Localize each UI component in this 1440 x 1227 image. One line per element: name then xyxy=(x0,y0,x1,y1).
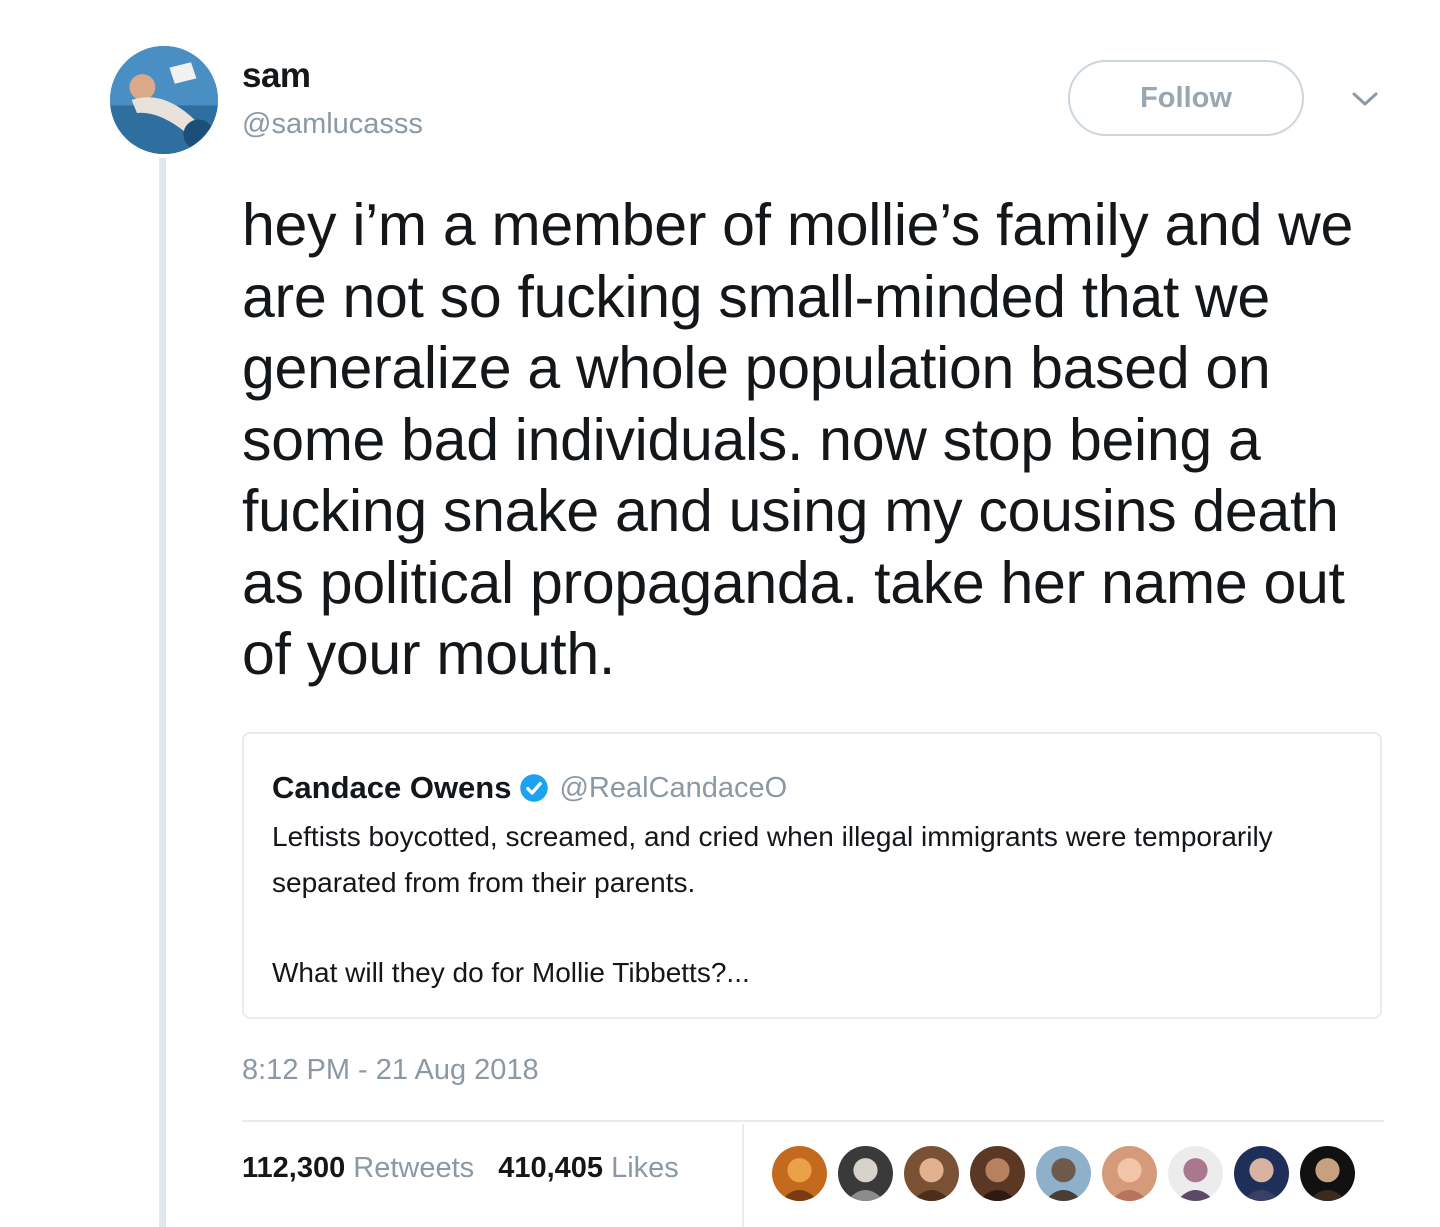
liker-avatar[interactable] xyxy=(1168,1146,1223,1201)
quoted-text-paragraph-2: What will they do for Mollie Tibbetts?..… xyxy=(272,957,750,988)
tweet-text: hey i’m a member of mollie’s family and … xyxy=(242,192,1353,687)
liker-avatar[interactable] xyxy=(1036,1146,1091,1201)
display-name[interactable]: sam xyxy=(242,56,311,96)
quoted-tweet-text: Leftists boycotted, screamed, and cried … xyxy=(272,814,1362,996)
liker-avatar[interactable] xyxy=(1234,1146,1289,1201)
retweets-count: 112,300 xyxy=(242,1152,346,1184)
thread-line xyxy=(159,158,166,1227)
quoted-author-name: Candace Owens xyxy=(272,770,512,805)
likes-stat[interactable]: 410,405 Likes xyxy=(498,1152,679,1184)
avatar-image xyxy=(110,46,218,154)
stats-divider xyxy=(742,1124,744,1227)
divider xyxy=(242,1120,1384,1122)
quoted-author-handle: @RealCandaceO xyxy=(559,771,788,804)
user-handle[interactable]: @samlucasss xyxy=(242,108,423,141)
chevron-down-icon[interactable] xyxy=(1348,86,1382,112)
tweet-stats: 112,300 Retweets 410,405 Likes xyxy=(242,1152,679,1185)
likes-count: 410,405 xyxy=(498,1152,604,1184)
retweets-label: Retweets xyxy=(353,1152,475,1184)
quoted-tweet-header: Candace Owens @RealCandaceO xyxy=(272,770,787,806)
follow-button[interactable]: Follow xyxy=(1068,60,1304,136)
liker-avatar[interactable] xyxy=(772,1146,827,1201)
retweets-stat[interactable]: 112,300 Retweets xyxy=(242,1152,474,1184)
liker-avatar[interactable] xyxy=(1300,1146,1355,1201)
liker-avatars xyxy=(772,1146,1366,1201)
likes-label: Likes xyxy=(611,1152,679,1184)
quoted-text-paragraph-1: Leftists boycotted, screamed, and cried … xyxy=(272,821,1273,898)
liker-avatar[interactable] xyxy=(838,1146,893,1201)
liker-avatar[interactable] xyxy=(904,1146,959,1201)
tweet-timestamp[interactable]: 8:12 PM - 21 Aug 2018 xyxy=(242,1054,539,1087)
quoted-tweet-card[interactable]: Candace Owens @RealCandaceO Leftists boy… xyxy=(242,732,1382,1019)
liker-avatar[interactable] xyxy=(970,1146,1025,1201)
avatar[interactable] xyxy=(110,46,218,154)
verified-badge-icon xyxy=(520,774,549,802)
liker-avatar[interactable] xyxy=(1102,1146,1157,1201)
